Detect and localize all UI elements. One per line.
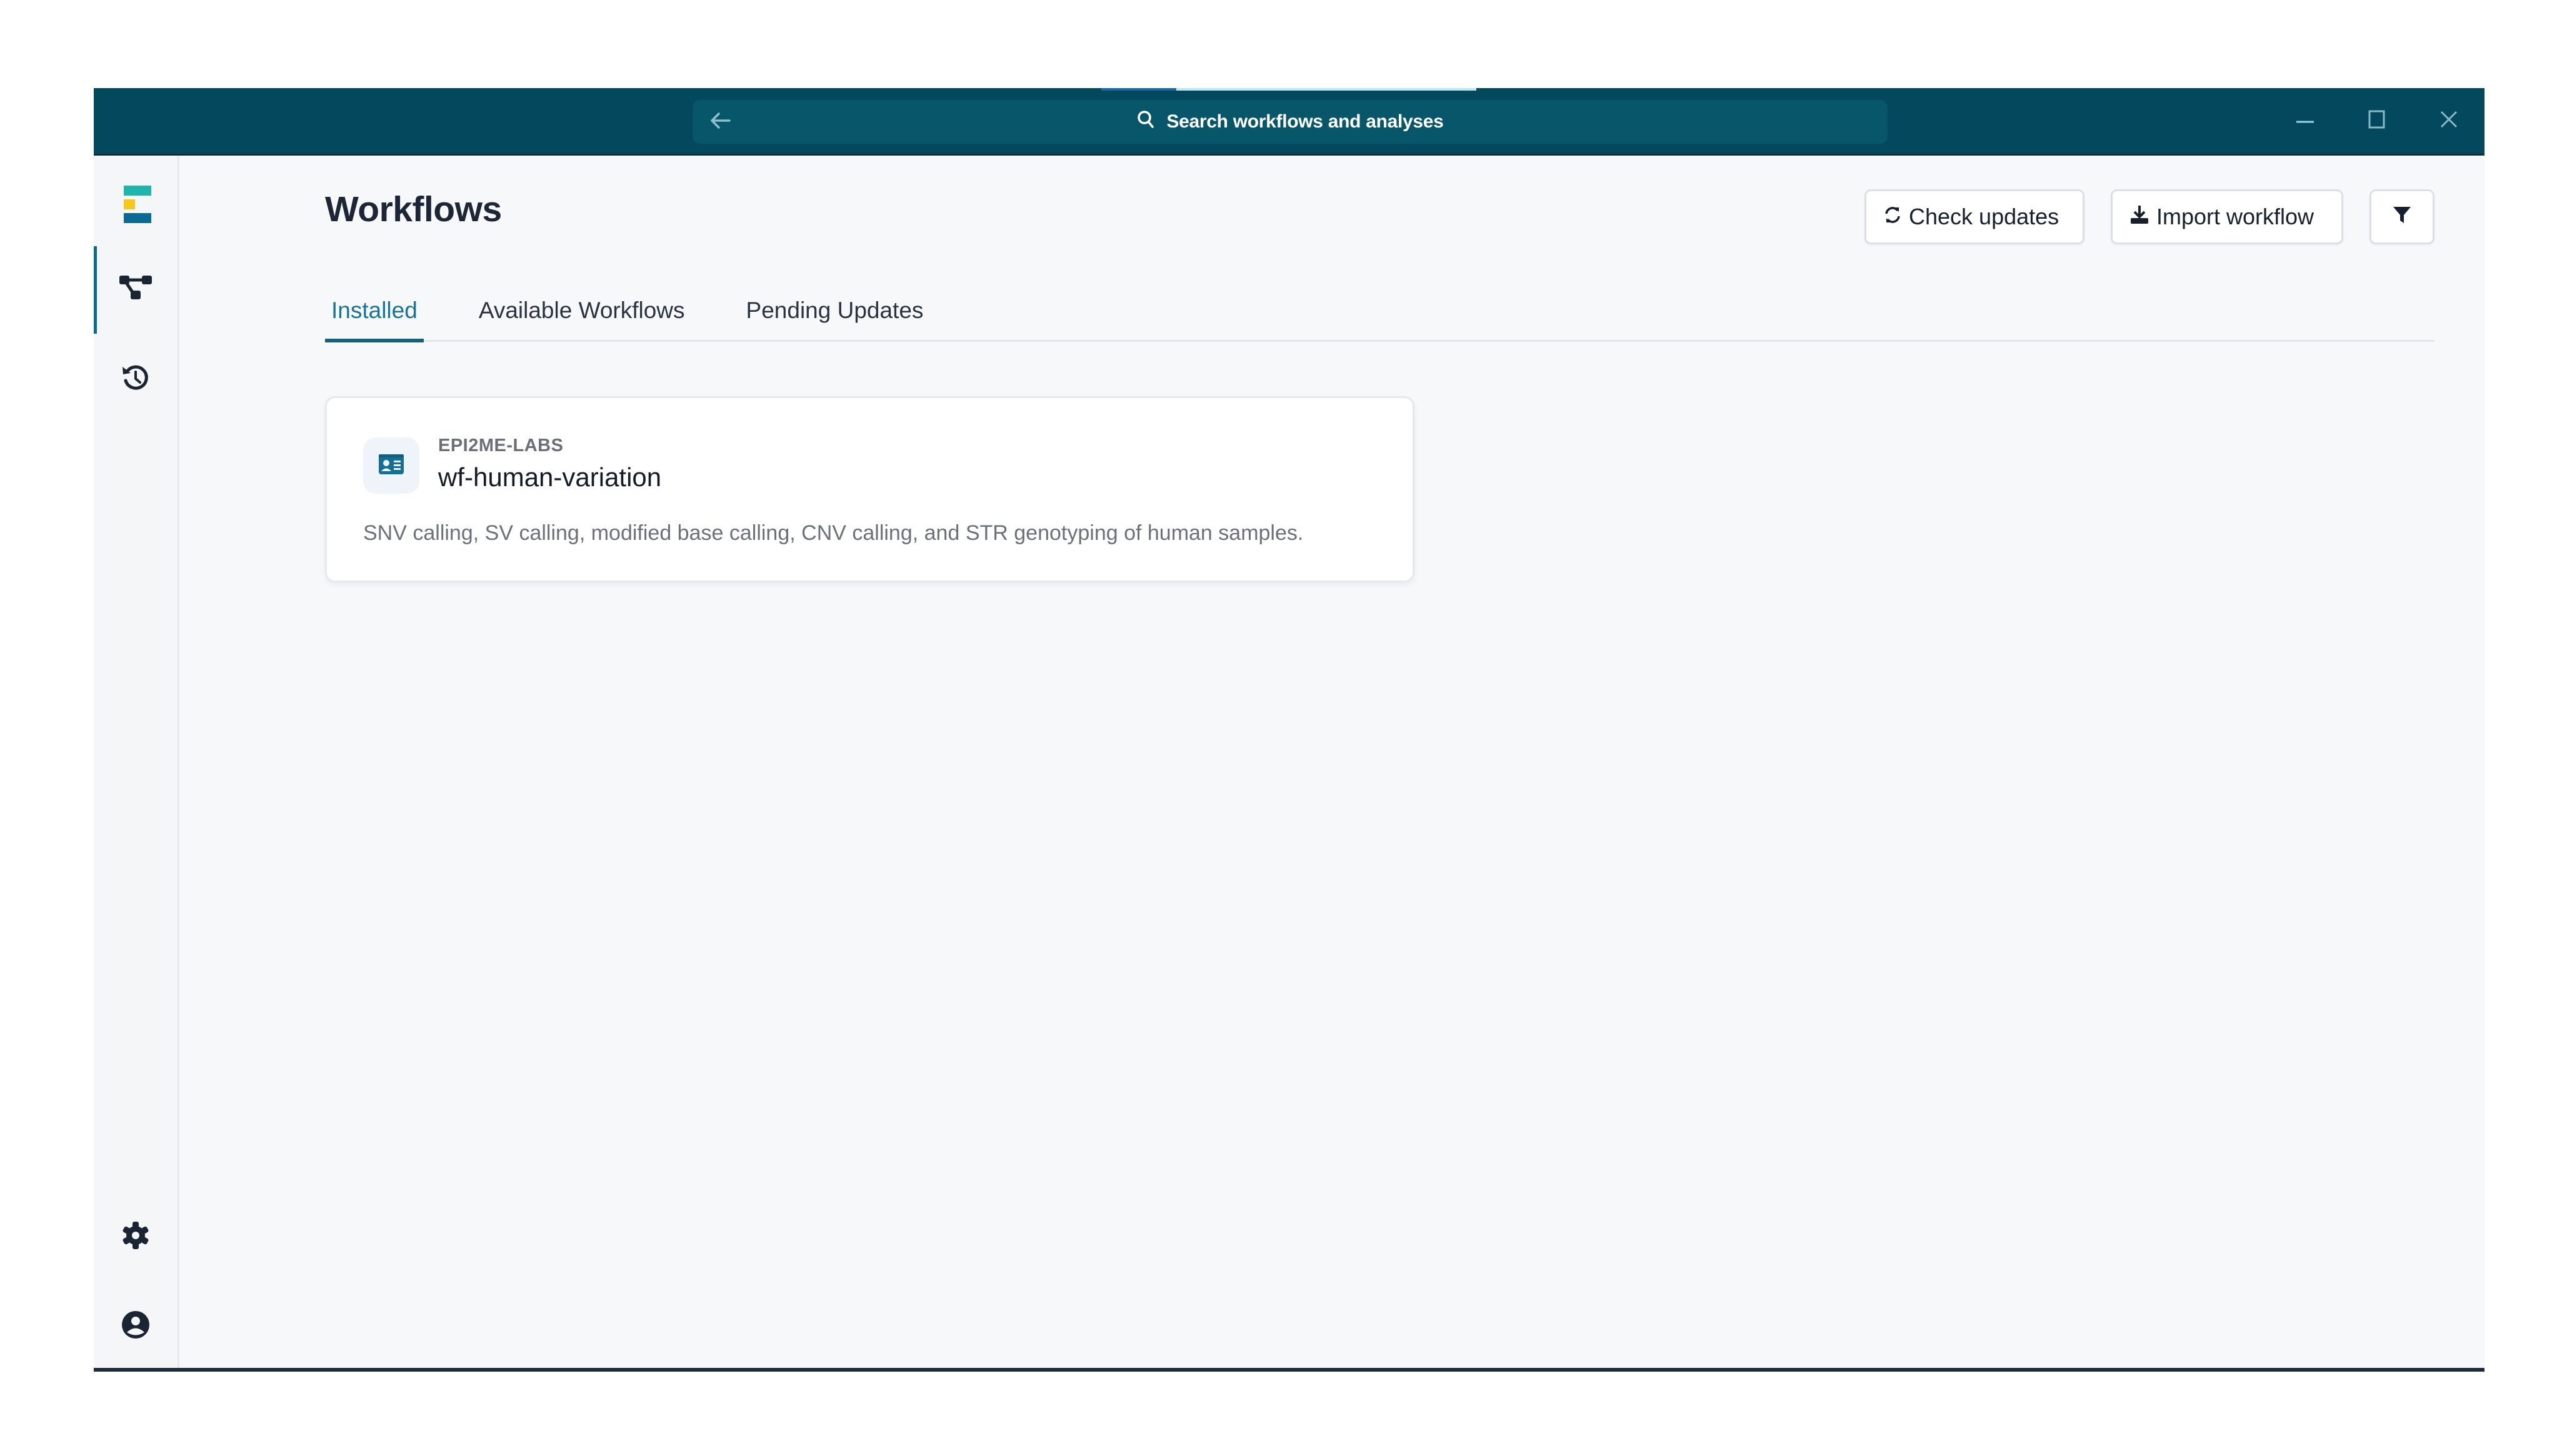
minimize-icon (2295, 116, 2315, 127)
tab-bar: Installed Available Workflows Pending Up… (325, 281, 2434, 342)
workflow-organization: EPI2ME-LABS (438, 436, 564, 456)
arrow-left-icon (710, 112, 731, 132)
toolbar: Check updates Import workflow (1864, 189, 2434, 244)
import-workflow-button[interactable]: Import workflow (2111, 189, 2343, 244)
tab-available-workflows[interactable]: Available Workflows (473, 281, 691, 340)
tab-pending-updates[interactable]: Pending Updates (740, 281, 930, 340)
sidebar-item-workflows[interactable] (94, 246, 178, 334)
sidebar-item-history[interactable] (94, 336, 178, 423)
window-controls (2269, 88, 2484, 154)
sidebar-item-account[interactable] (94, 1282, 178, 1368)
loading-progress-fill (1101, 88, 1176, 91)
minimize-button[interactable] (2269, 88, 2341, 154)
close-icon (2439, 110, 2458, 132)
page-title: Workflows (325, 189, 502, 229)
loading-progress-bar (1101, 88, 1476, 91)
close-button[interactable] (2413, 88, 2484, 154)
app-window: Search workflows and analyses Workflows … (94, 88, 2484, 1372)
maximize-button[interactable] (2341, 88, 2413, 154)
filter-button[interactable] (2369, 189, 2434, 244)
workflow-name: wf-human-variation (438, 462, 662, 492)
workflow-card[interactable]: EPI2ME-LABS wf-human-variation SNV calli… (325, 396, 1414, 582)
title-bar: Search workflows and analyses (94, 88, 2484, 156)
history-icon (121, 363, 151, 396)
maximize-icon (2368, 110, 2386, 132)
refresh-icon (1884, 204, 1901, 230)
workflow-icon (119, 275, 152, 305)
sidebar-item-settings[interactable] (94, 1193, 178, 1280)
sidebar (94, 156, 179, 1368)
search-bar[interactable]: Search workflows and analyses (693, 100, 1888, 144)
import-workflow-label: Import workflow (2156, 204, 2314, 229)
main-content: Workflows Check updates Import workflow … (179, 156, 2484, 1368)
check-updates-label: Check updates (1909, 204, 2059, 229)
epi2me-logo[interactable] (124, 186, 153, 224)
search-placeholder: Search workflows and analyses (1166, 111, 1444, 132)
download-icon (2130, 204, 2149, 230)
workflow-description: SNV calling, SV calling, modified base c… (363, 521, 1304, 545)
search-icon (1136, 109, 1155, 134)
tab-installed[interactable]: Installed (325, 281, 424, 342)
filter-icon (2393, 204, 2411, 230)
gear-icon (121, 1221, 150, 1253)
id-card-icon (379, 454, 404, 477)
check-updates-button[interactable]: Check updates (1864, 189, 2084, 244)
user-circle-icon (121, 1310, 150, 1342)
workflow-card-icon (363, 437, 419, 494)
back-button[interactable] (699, 100, 743, 144)
